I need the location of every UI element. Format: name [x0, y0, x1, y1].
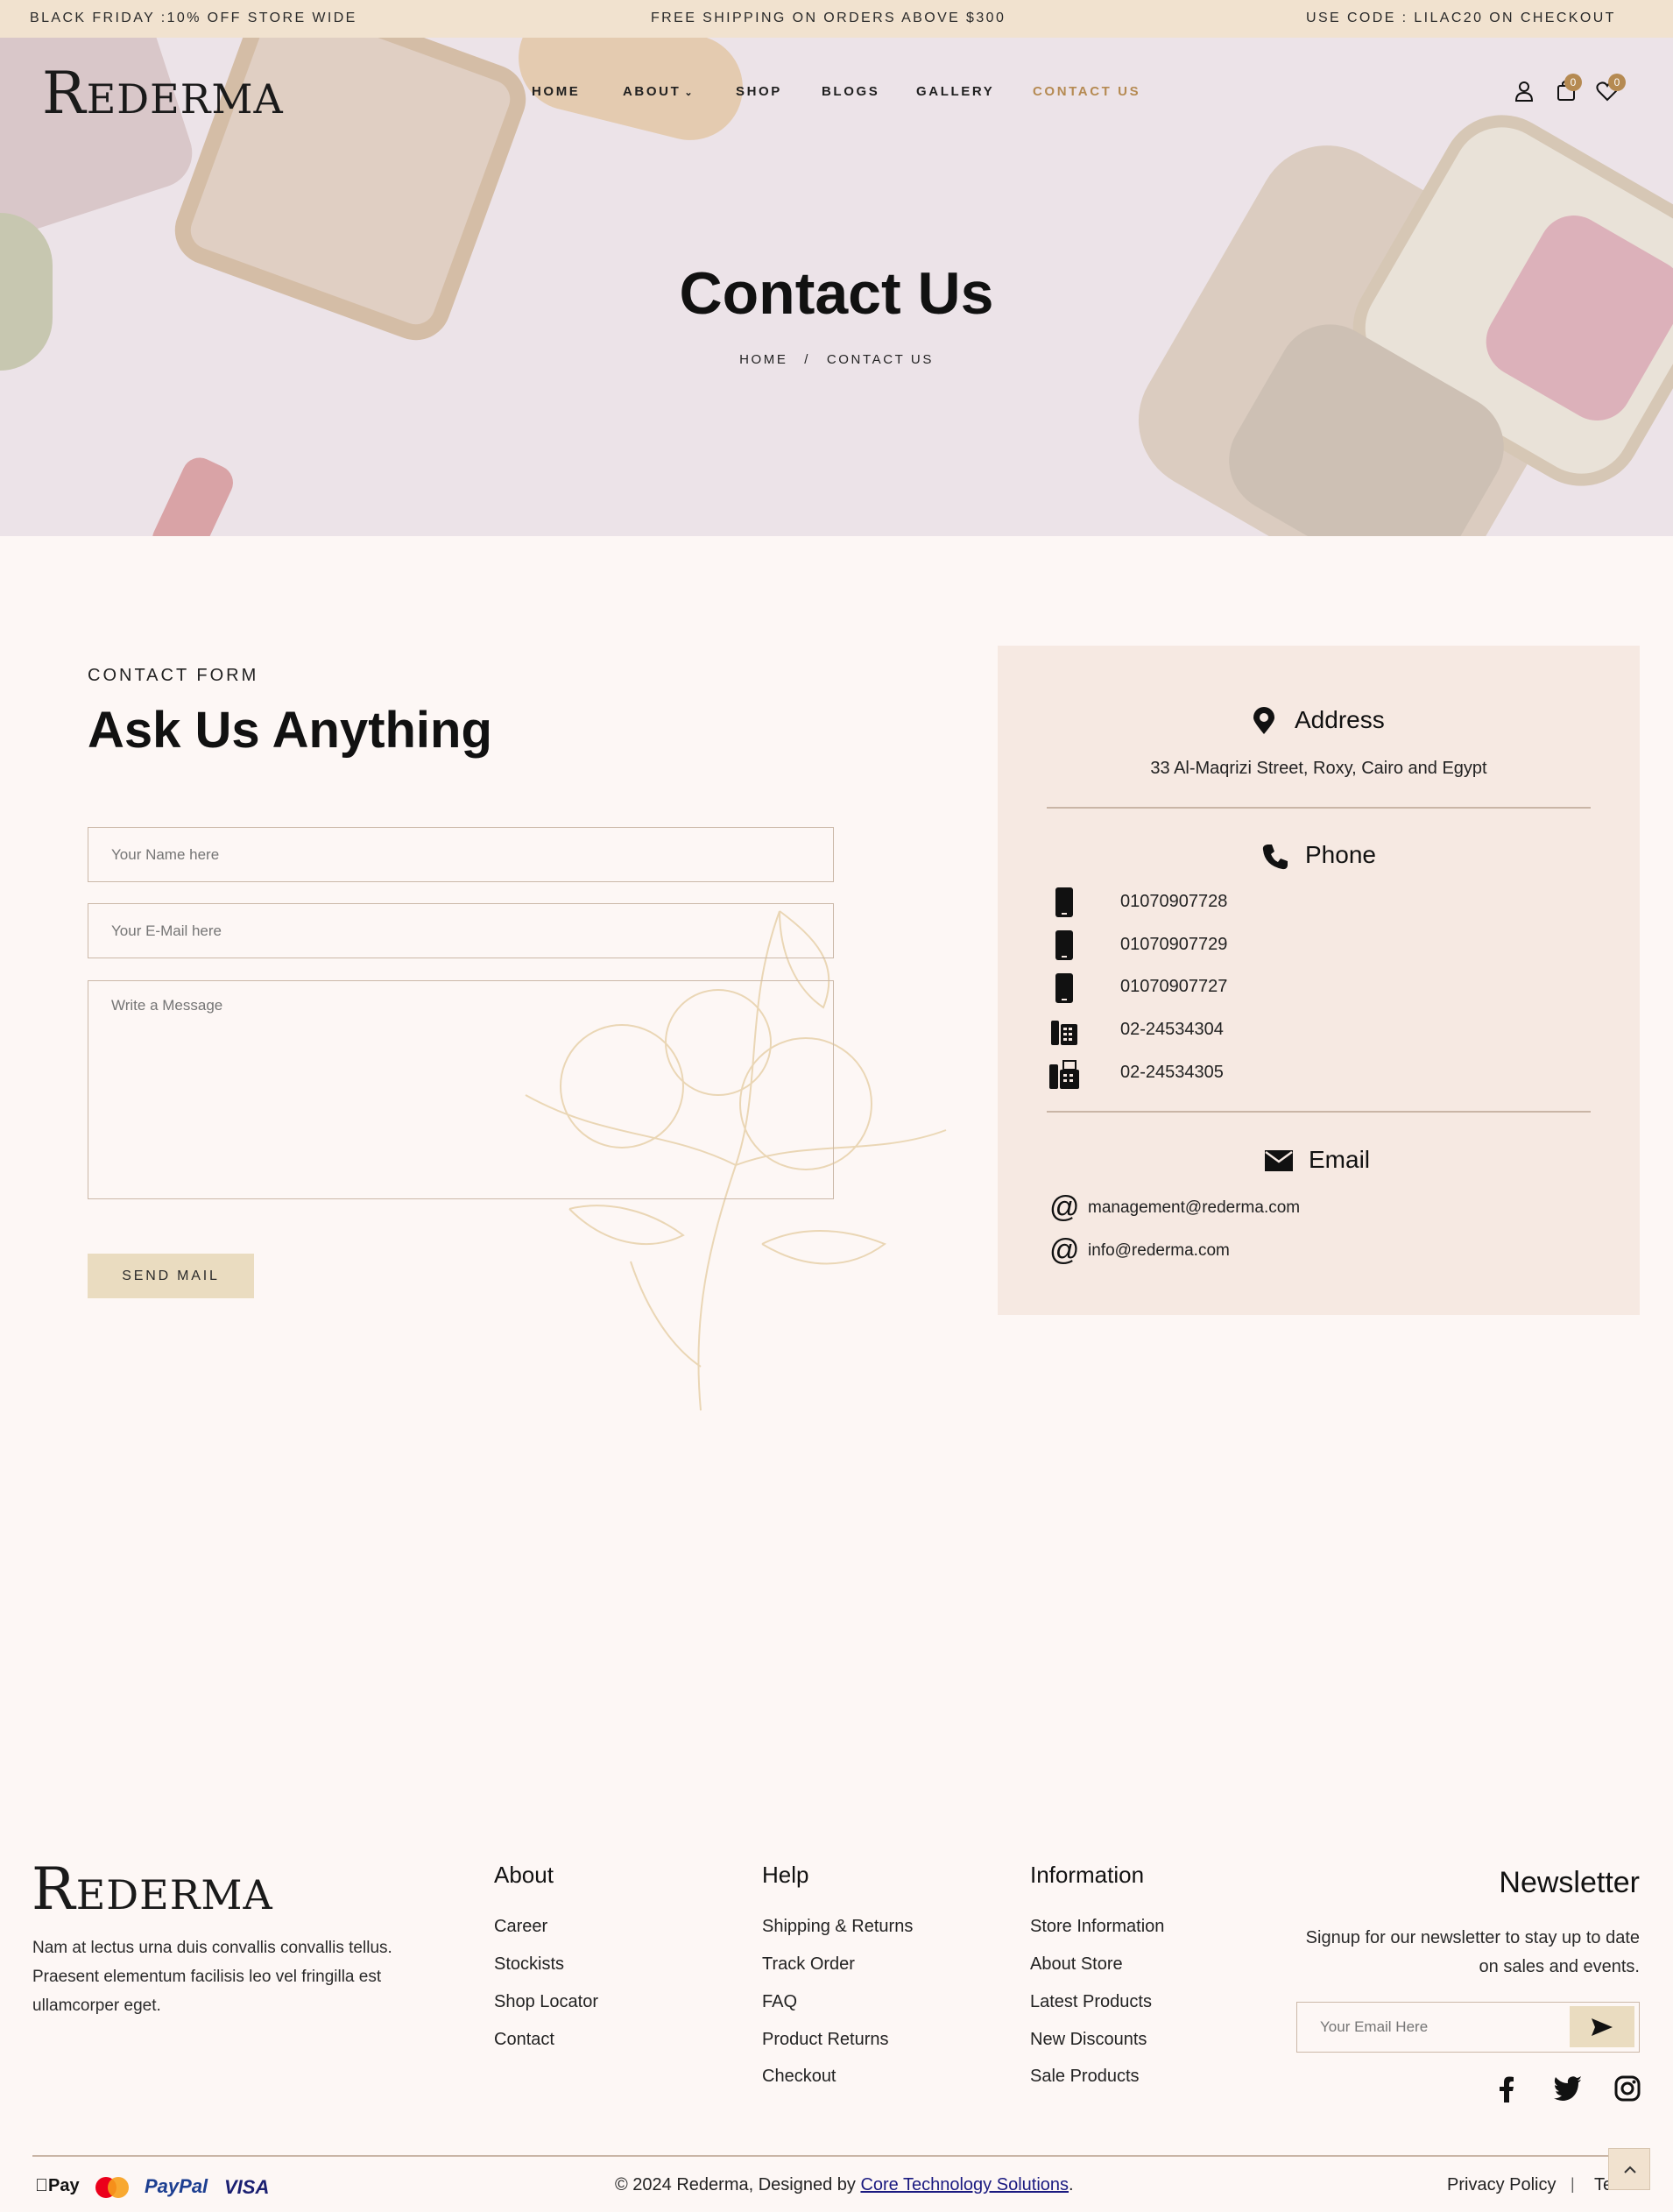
phone-number[interactable]: 02-24534304: [1120, 1020, 1224, 1040]
newsletter-email-input[interactable]: [1297, 2003, 1569, 2051]
footer-logo[interactable]: REDERMA: [32, 1855, 273, 1923]
email-title: Email: [1309, 1146, 1371, 1173]
footer-divider: [32, 2155, 1640, 2157]
copyright: © 2024 Rederma, Designed by Core Technol…: [615, 2175, 1074, 2194]
twitter-icon[interactable]: [1554, 2076, 1582, 2101]
nav-blogs[interactable]: BLOGS: [822, 84, 879, 99]
announcement-center: FREE SHIPPING ON ORDERS ABOVE $300: [651, 11, 1006, 25]
breadcrumb-separator: /: [804, 352, 811, 367]
footer-link[interactable]: FAQ: [762, 1992, 797, 2012]
chevron-up-icon: [1624, 2166, 1636, 2173]
announcement-right: USE CODE : LILAC20 ON CHECKOUT: [1306, 11, 1616, 25]
phone-title: Phone: [1305, 841, 1376, 868]
phone-icon: [1261, 843, 1289, 871]
card-divider: [1047, 1111, 1591, 1113]
newsletter-heading: Newsletter: [1499, 1866, 1640, 1899]
phone-number[interactable]: 01070907729: [1120, 935, 1227, 955]
mastercard-logo: [94, 2176, 131, 2199]
send-arrow-icon: [1592, 2018, 1613, 2036]
apple-icon: : [35, 2176, 48, 2195]
wishlist-count-badge: 0: [1608, 74, 1626, 91]
form-eyebrow: CONTACT FORM: [88, 666, 259, 685]
privacy-policy-link[interactable]: Privacy Policy: [1447, 2175, 1556, 2195]
footer-about-text: Nam at lectus urna duis convallis conval…: [32, 1939, 392, 2015]
nav-home[interactable]: HOME: [532, 84, 580, 99]
page-title: Contact Us: [679, 260, 994, 327]
visa-logo: VISA: [224, 2176, 270, 2198]
footer-link[interactable]: Latest Products: [1030, 1992, 1152, 2012]
footer-about-heading: About: [494, 1862, 554, 1888]
name-input[interactable]: [88, 827, 834, 882]
form-heading: Ask Us Anything: [88, 702, 492, 759]
breadcrumb: HOME / CONTACT US: [0, 352, 1673, 367]
cart-count-badge: 0: [1564, 74, 1582, 91]
at-sign-icon: @: [1049, 1233, 1080, 1267]
footer-information-heading: Information: [1030, 1862, 1145, 1888]
facebook-icon[interactable]: [1499, 2076, 1514, 2102]
phone-number[interactable]: 01070907728: [1120, 892, 1227, 912]
mobile-phone-icon: [1055, 887, 1073, 917]
nav-gallery[interactable]: GALLERY: [916, 84, 994, 99]
footer-link[interactable]: Checkout: [762, 2067, 836, 2087]
envelope-icon: [1265, 1150, 1293, 1171]
email-link[interactable]: management@rederma.com: [1088, 1198, 1300, 1218]
nav-contact[interactable]: CONTACT US: [1033, 84, 1140, 99]
newsletter-text: Signup for our newsletter to stay up to …: [1305, 1928, 1640, 1976]
landline-phone-icon: [1051, 1017, 1077, 1045]
phone-number[interactable]: 01070907727: [1120, 977, 1227, 997]
newsletter-form: [1296, 2002, 1640, 2053]
announcement-bar: BLACK FRIDAY :10% OFF STORE WIDE FREE SH…: [0, 0, 1673, 38]
footer-link[interactable]: Store Information: [1030, 1917, 1164, 1937]
nav-about[interactable]: ABOUT ⌄: [623, 84, 695, 99]
address-title: Address: [1295, 706, 1385, 733]
send-mail-button[interactable]: SEND MAIL: [88, 1254, 254, 1298]
footer-link[interactable]: Stockists: [494, 1954, 564, 1975]
back-to-top-button[interactable]: [1608, 2148, 1650, 2190]
nav-shop[interactable]: SHOP: [736, 84, 782, 99]
announcement-left: BLACK FRIDAY :10% OFF STORE WIDE: [30, 11, 357, 25]
apple-pay-logo: Pay: [35, 2176, 80, 2195]
mobile-phone-icon: [1055, 973, 1073, 1003]
user-icon[interactable]: [1514, 81, 1534, 102]
mobile-phone-icon: [1055, 930, 1073, 960]
footer-link[interactable]: Contact: [494, 2030, 554, 2050]
address-text: 33 Al-Maqrizi Street, Roxy, Cairo and Eg…: [1150, 759, 1487, 778]
footer-help-heading: Help: [762, 1862, 809, 1888]
breadcrumb-current: CONTACT US: [826, 352, 934, 367]
footer-link[interactable]: Career: [494, 1917, 547, 1937]
card-divider: [1047, 807, 1591, 809]
footer-link[interactable]: Sale Products: [1030, 2067, 1140, 2087]
footer-link[interactable]: Track Order: [762, 1954, 855, 1975]
phone-number[interactable]: 02-24534305: [1120, 1063, 1224, 1083]
footer-link[interactable]: New Discounts: [1030, 2030, 1147, 2050]
hero-decor-lipstick: [146, 451, 239, 536]
newsletter-submit-button[interactable]: [1570, 2006, 1634, 2047]
location-pin-icon: [1252, 707, 1276, 735]
breadcrumb-home[interactable]: HOME: [739, 352, 787, 367]
footer-link[interactable]: Product Returns: [762, 2030, 889, 2050]
message-textarea[interactable]: [88, 980, 834, 1199]
footer-link[interactable]: Shipping & Returns: [762, 1917, 913, 1937]
designer-link[interactable]: Core Technology Solutions: [860, 2175, 1069, 2194]
instagram-icon[interactable]: [1614, 2075, 1641, 2102]
footer-link[interactable]: Shop Locator: [494, 1992, 598, 2012]
chevron-down-icon: ⌄: [684, 88, 695, 98]
footer-link[interactable]: About Store: [1030, 1954, 1123, 1975]
paypal-logo: PayPal: [145, 2175, 208, 2197]
site-logo[interactable]: REDERMA: [42, 60, 284, 127]
at-sign-icon: @: [1049, 1191, 1080, 1224]
footer-link-separator: |: [1571, 2175, 1575, 2193]
email-input[interactable]: [88, 903, 834, 958]
email-link[interactable]: info@rederma.com: [1088, 1241, 1230, 1261]
fax-phone-icon: [1049, 1059, 1079, 1089]
